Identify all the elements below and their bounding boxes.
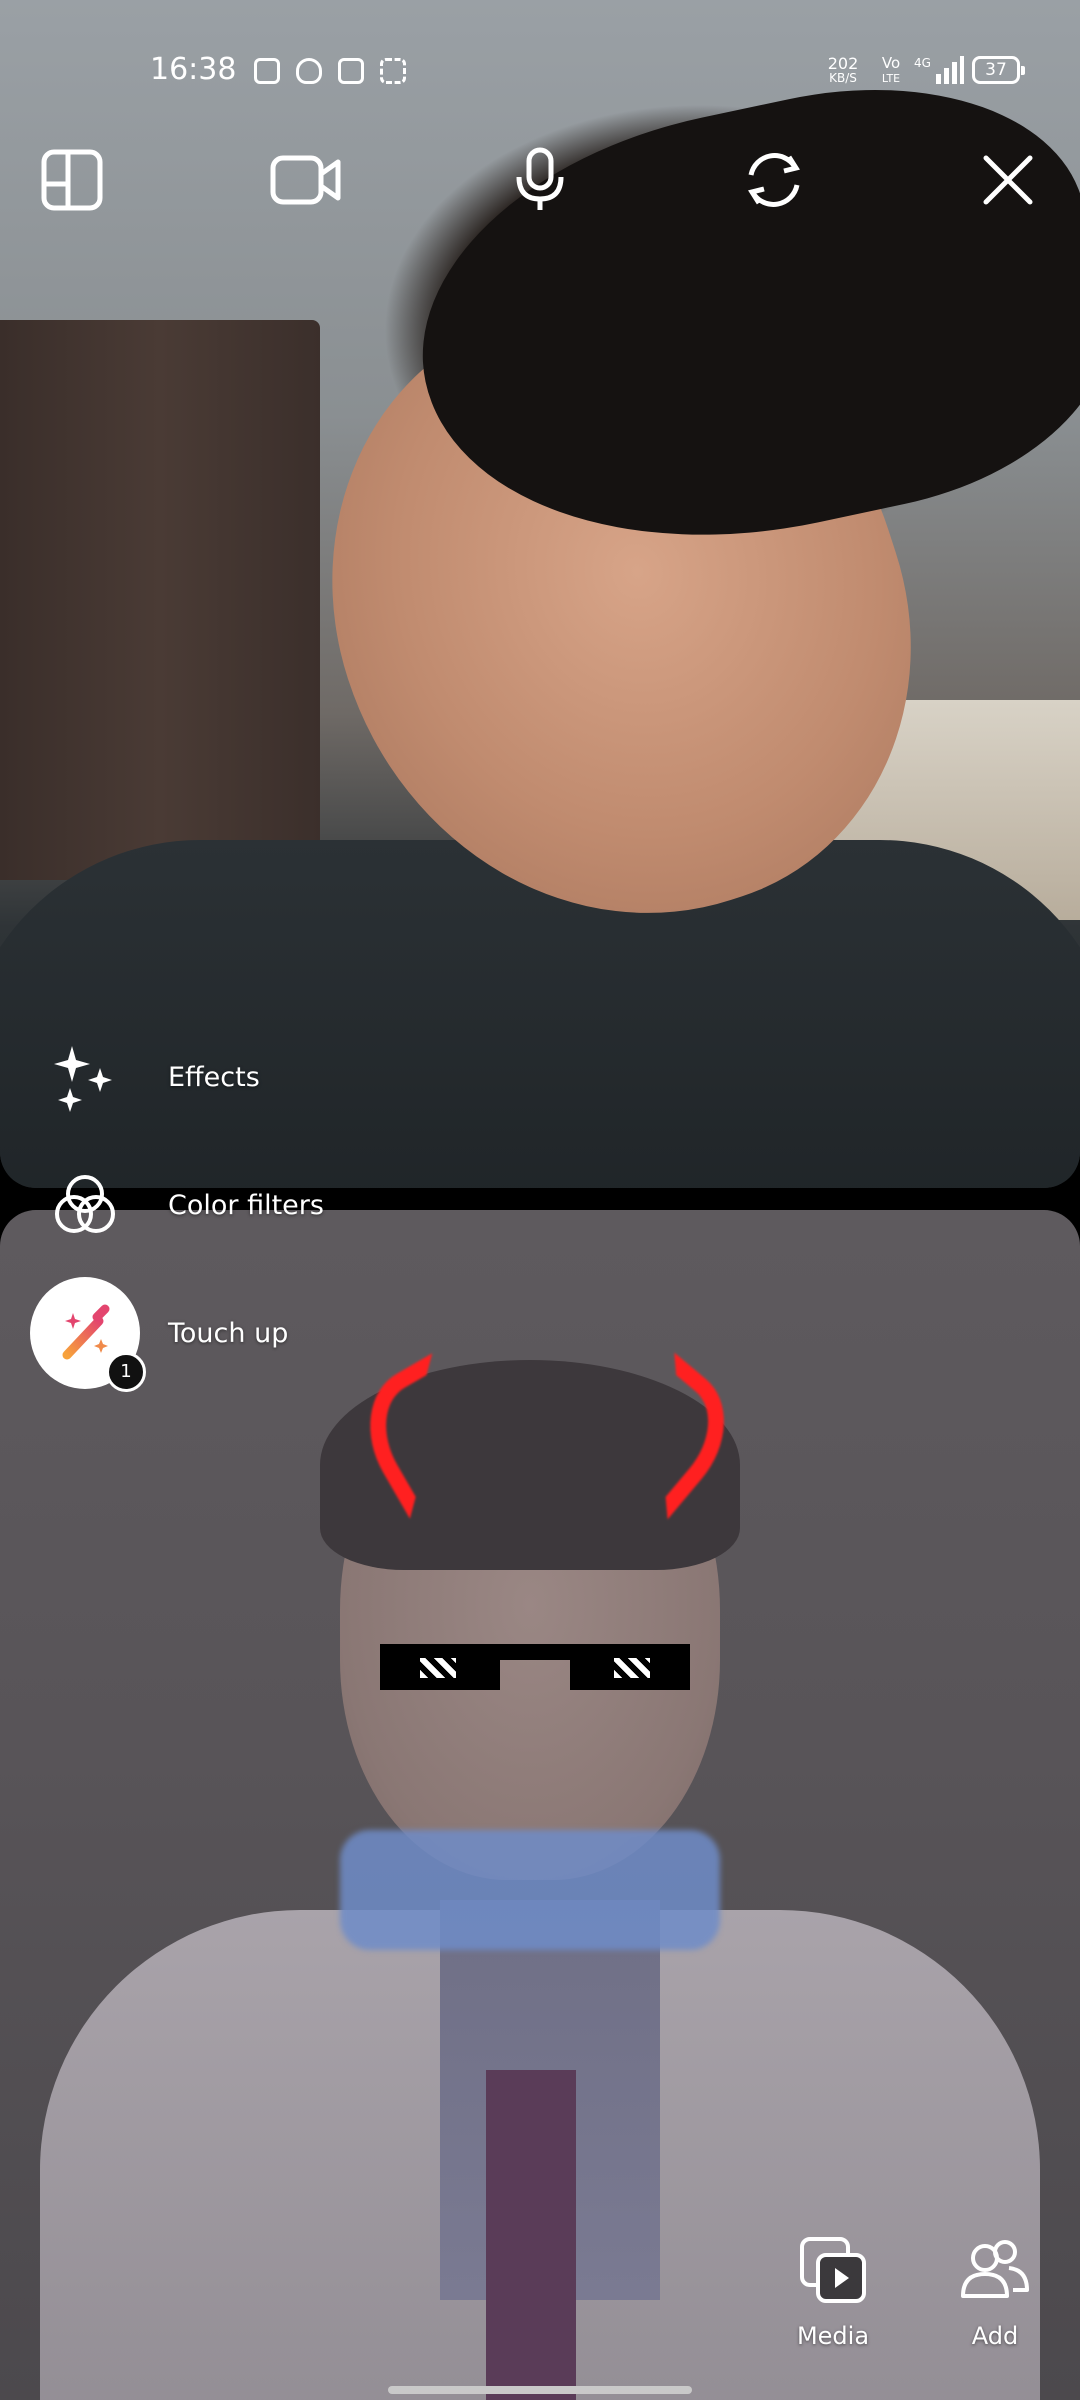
media-label: Media xyxy=(796,2322,870,2350)
status-time: 16:38 xyxy=(150,52,237,87)
touch-up-badge: 1 xyxy=(106,1352,146,1392)
self-tie xyxy=(486,2070,576,2400)
background-door xyxy=(0,320,320,880)
face-mask xyxy=(340,1830,720,1950)
add-label: Add xyxy=(971,2322,1019,2350)
network-speed: 202 KB/S xyxy=(827,54,859,86)
notification-icons xyxy=(254,58,406,84)
layout-icon xyxy=(41,149,103,211)
microphone-toggle-button[interactable] xyxy=(500,140,580,220)
microphone-icon xyxy=(516,147,564,210)
home-indicator[interactable] xyxy=(388,2386,692,2394)
pixel-sunglasses-effect xyxy=(380,1640,690,1696)
participant-shirt xyxy=(0,840,1080,1188)
video-camera-icon xyxy=(270,155,341,205)
message-notification-icon xyxy=(254,58,280,84)
grid-notification-icon xyxy=(380,58,406,84)
flip-camera-icon xyxy=(748,153,800,207)
volte-indicator: Vo LTE xyxy=(881,54,901,86)
add-people-button[interactable]: Add xyxy=(940,2230,1050,2350)
video-toggle-button[interactable] xyxy=(266,140,346,220)
sparkles-icon xyxy=(30,1022,140,1132)
self-video-tile[interactable] xyxy=(0,1210,1080,2400)
touch-up-label: Touch up xyxy=(168,1317,289,1349)
snapchat-notification-icon xyxy=(296,58,322,84)
instagram-notification-icon xyxy=(338,58,364,84)
color-filters-label: Color filters xyxy=(168,1189,324,1221)
color-filters-button[interactable]: Color filters xyxy=(30,1150,324,1260)
add-people-icon xyxy=(940,2230,1050,2310)
effects-button[interactable]: Effects xyxy=(30,1022,260,1132)
battery-indicator: 37 xyxy=(972,56,1025,84)
media-icon xyxy=(778,2230,888,2310)
effects-label: Effects xyxy=(168,1061,260,1093)
flip-camera-button[interactable] xyxy=(734,140,814,220)
touch-up-button[interactable]: 1 Touch up xyxy=(30,1277,289,1392)
color-filters-icon xyxy=(30,1150,140,1260)
status-bar: 16:38 202 KB/S Vo LTE 4G 37 xyxy=(0,48,1080,98)
media-button[interactable]: Media xyxy=(778,2230,888,2350)
signal-icon: 4G xyxy=(914,56,964,86)
layout-button[interactable] xyxy=(32,140,112,220)
close-icon xyxy=(983,155,1033,205)
close-button[interactable] xyxy=(968,140,1048,220)
